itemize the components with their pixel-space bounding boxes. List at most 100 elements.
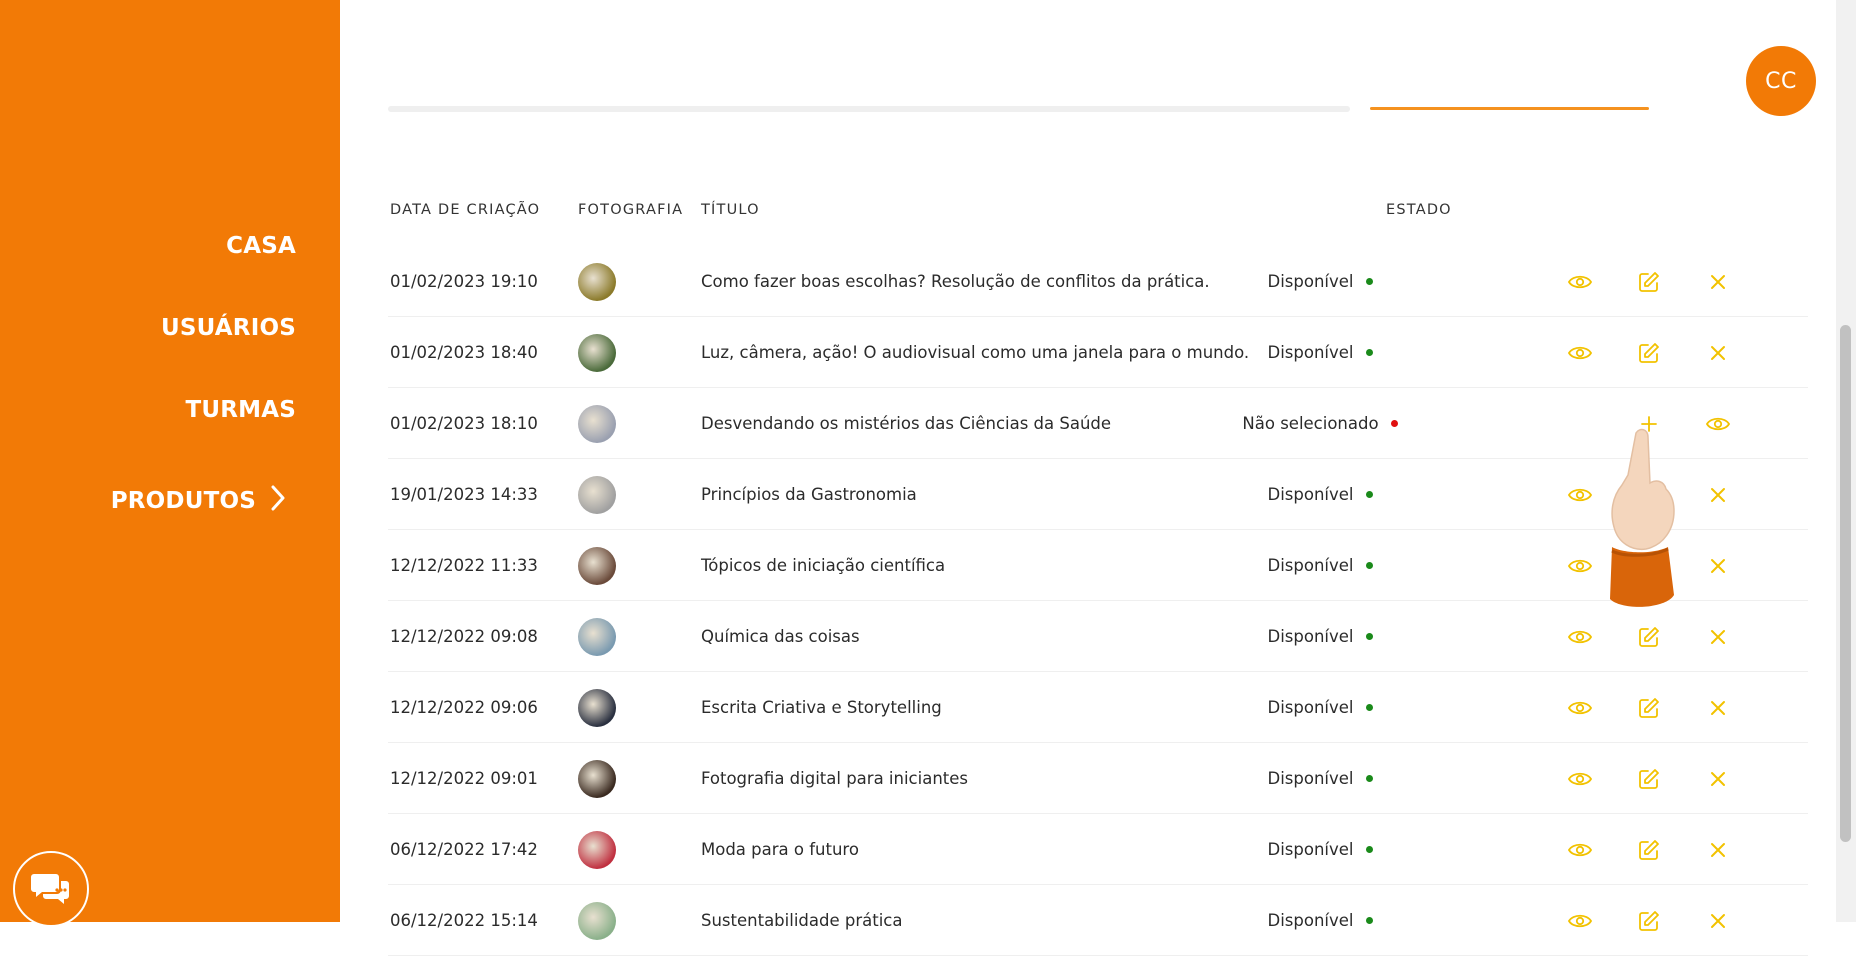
edit-button[interactable] — [1631, 814, 1667, 885]
column-header-status: ESTADO — [1386, 202, 1452, 218]
view-button[interactable] — [1562, 743, 1598, 814]
view-button[interactable] — [1562, 530, 1598, 601]
product-thumbnail — [578, 688, 616, 727]
delete-button[interactable] — [1700, 317, 1736, 388]
table-header: DATA DE CRIAÇÃO FOTOGRAFIA TÍTULO ESTADO — [388, 198, 1808, 222]
view-button[interactable] — [1562, 672, 1598, 743]
sidebar-item-turmas[interactable]: TURMAS — [185, 397, 296, 423]
table-row: 12/12/2022 11:33 Tópicos de iniciação cie… — [388, 530, 1808, 601]
row-date: 06/12/2022 15:14 — [390, 911, 538, 930]
delete-button[interactable] — [1700, 743, 1736, 814]
status-label: Disponível — [1267, 840, 1354, 859]
column-header-title: TÍTULO — [701, 202, 760, 218]
row-date: 01/02/2023 18:10 — [390, 414, 538, 433]
row-status: Disponível — [1150, 246, 1490, 317]
row-photo — [578, 743, 616, 814]
row-date: 01/02/2023 18:40 — [390, 343, 538, 362]
row-date: 01/02/2023 19:10 — [390, 272, 538, 291]
product-thumbnail — [578, 262, 616, 301]
row-photo — [578, 388, 616, 459]
row-date: 12/12/2022 11:33 — [390, 556, 538, 575]
status-label: Disponível — [1267, 485, 1354, 504]
view-icon — [1568, 273, 1592, 291]
row-date: 19/01/2023 14:33 — [390, 485, 538, 504]
add-button[interactable] — [1631, 388, 1667, 459]
view-button[interactable] — [1562, 885, 1598, 956]
sidebar-item-usuarios[interactable]: USUÁRIOS — [161, 315, 296, 341]
row-photo — [578, 885, 616, 956]
product-thumbnail — [578, 333, 616, 372]
view-button[interactable] — [1562, 459, 1598, 530]
user-avatar[interactable]: CC — [1746, 46, 1816, 116]
row-photo — [578, 814, 616, 885]
delete-button[interactable] — [1700, 672, 1736, 743]
status-dot-icon — [1365, 278, 1373, 285]
row-title: Sustentabilidade prática — [701, 911, 903, 930]
delete-icon — [1710, 913, 1726, 929]
row-title: Desvendando os mistérios das Ciências da… — [701, 414, 1112, 433]
edit-button[interactable] — [1631, 601, 1667, 672]
status-dot-icon — [1365, 349, 1373, 356]
delete-button[interactable] — [1700, 814, 1736, 885]
edit-button[interactable] — [1631, 743, 1667, 814]
column-header-date: DATA DE CRIAÇÃO — [390, 202, 541, 218]
add-icon — [1640, 415, 1658, 433]
delete-button[interactable] — [1700, 885, 1736, 956]
column-header-photo: FOTOGRAFIA — [578, 202, 684, 218]
table-row: 12/12/2022 09:08 Química das coisas Dispon… — [388, 601, 1808, 672]
view-button[interactable] — [1562, 814, 1598, 885]
sidebar-item-label: PRODUTOS — [110, 488, 256, 514]
status-dot-icon — [1365, 846, 1373, 853]
avatar-initials: CC — [1765, 68, 1797, 94]
sidebar-item-label: CASA — [226, 233, 296, 259]
product-thumbnail — [578, 759, 616, 798]
sidebar-item-produtos[interactable]: PRODUTOS — [111, 484, 286, 518]
row-status: Disponível — [1150, 814, 1490, 885]
product-thumbnail — [578, 901, 616, 940]
status-label: Disponível — [1267, 556, 1354, 575]
row-title: Tópicos de iniciação científica — [701, 556, 946, 575]
scrollbar-thumb[interactable] — [1840, 325, 1851, 842]
chevron-right-icon — [270, 484, 286, 518]
view-button[interactable] — [1700, 388, 1736, 459]
delete-button[interactable] — [1700, 246, 1736, 317]
view-icon — [1568, 557, 1592, 575]
view-icon — [1568, 344, 1592, 362]
view-icon — [1568, 841, 1592, 859]
table-row: 06/12/2022 15:14 Sustentabilidade prática… — [388, 885, 1808, 956]
edit-button[interactable] — [1631, 672, 1667, 743]
delete-icon — [1710, 274, 1726, 290]
edit-button[interactable] — [1631, 459, 1667, 530]
view-button[interactable] — [1562, 317, 1598, 388]
status-dot-icon — [1365, 704, 1373, 711]
chat-button[interactable] — [13, 851, 89, 927]
table-row: 12/12/2022 09:01 Fotografia digital para … — [388, 743, 1808, 814]
status-label: Disponível — [1267, 343, 1354, 362]
sidebar-item-label: USUÁRIOS — [161, 315, 296, 341]
delete-button[interactable] — [1700, 530, 1736, 601]
row-status: Disponível — [1150, 530, 1490, 601]
edit-button[interactable] — [1631, 317, 1667, 388]
view-icon — [1568, 486, 1592, 504]
sidebar: CASA USUÁRIOS TURMAS PRODUTOS — [0, 0, 340, 927]
row-photo — [578, 459, 616, 530]
delete-icon — [1710, 700, 1726, 716]
row-status: Disponível — [1150, 317, 1490, 388]
filter-field-underline[interactable] — [1370, 107, 1649, 110]
edit-icon — [1638, 768, 1660, 790]
delete-button[interactable] — [1700, 601, 1736, 672]
row-title: Química das coisas — [701, 627, 860, 646]
delete-button[interactable] — [1700, 459, 1736, 530]
view-button[interactable] — [1562, 601, 1598, 672]
edit-button[interactable] — [1631, 885, 1667, 956]
view-icon — [1568, 699, 1592, 717]
edit-button[interactable] — [1631, 246, 1667, 317]
status-label: Disponível — [1267, 769, 1354, 788]
delete-icon — [1710, 629, 1726, 645]
edit-button[interactable] — [1631, 530, 1667, 601]
search-field-underline[interactable] — [388, 106, 1350, 112]
scrollbar[interactable] — [1836, 0, 1856, 922]
view-button[interactable] — [1562, 246, 1598, 317]
sidebar-item-casa[interactable]: CASA — [226, 233, 296, 259]
row-status: Disponível — [1150, 601, 1490, 672]
